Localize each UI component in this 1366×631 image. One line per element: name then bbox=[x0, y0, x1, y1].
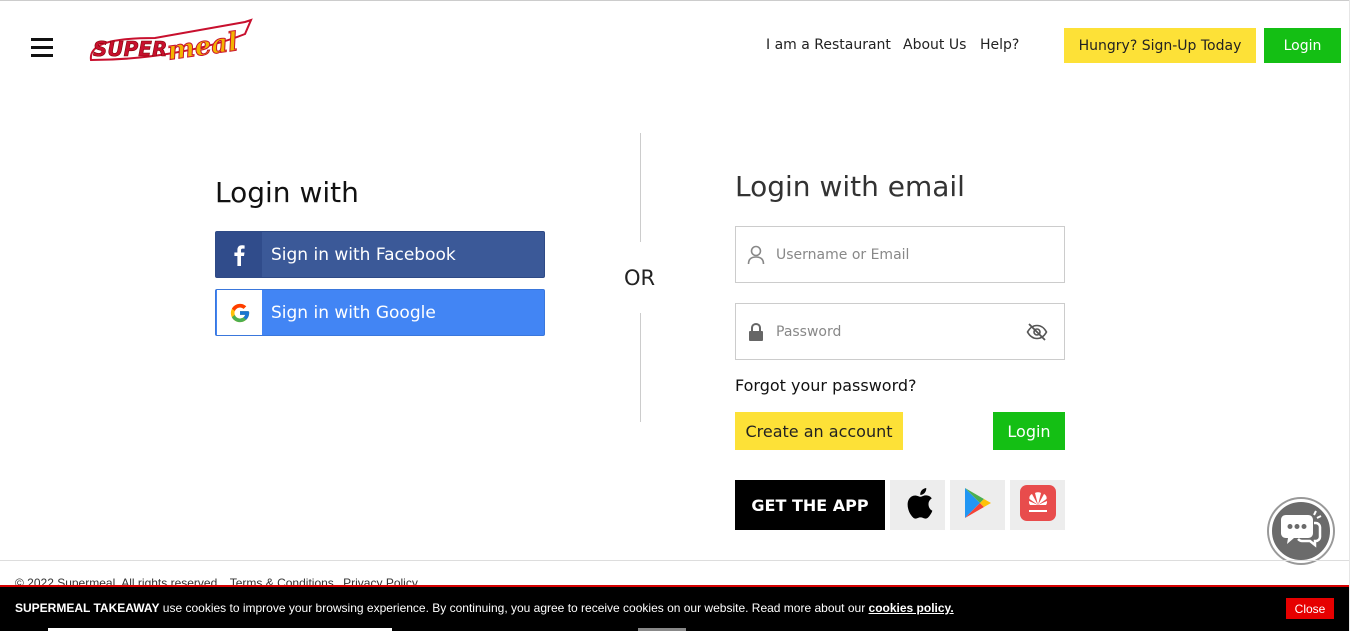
get-the-app-label: GET THE APP bbox=[735, 480, 885, 530]
supermeal-logo[interactable]: SUPER meal bbox=[85, 16, 255, 67]
username-input[interactable] bbox=[776, 239, 1016, 270]
nav-restaurant-link[interactable]: I am a Restaurant bbox=[766, 37, 891, 53]
login-button[interactable]: Login bbox=[993, 412, 1065, 450]
facebook-signin-button[interactable]: Sign in with Facebook bbox=[215, 231, 545, 278]
user-icon bbox=[736, 245, 776, 265]
toggle-password-visibility-icon[interactable] bbox=[1026, 322, 1048, 347]
or-separator: OR bbox=[624, 266, 656, 290]
facebook-signin-label: Sign in with Facebook bbox=[271, 244, 456, 265]
password-field[interactable] bbox=[735, 303, 1065, 360]
email-login-title: Login with email bbox=[735, 170, 965, 203]
cookie-brand: SUPERMEAL TAKEAWAY bbox=[15, 601, 160, 615]
google-play-icon bbox=[963, 486, 993, 525]
divider-top bbox=[640, 133, 641, 242]
svg-text:SUPER: SUPER bbox=[93, 37, 167, 61]
hamburger-menu-icon[interactable] bbox=[31, 38, 53, 58]
lock-icon bbox=[736, 322, 776, 342]
cookie-close-button[interactable]: Close bbox=[1286, 598, 1334, 619]
chat-bubble-icon bbox=[1278, 509, 1324, 554]
cookie-policy-link[interactable]: cookies policy. bbox=[869, 601, 954, 615]
google-signin-button[interactable]: Sign in with Google bbox=[215, 289, 545, 336]
chat-support-button[interactable] bbox=[1269, 499, 1333, 563]
facebook-icon bbox=[216, 232, 262, 277]
password-input[interactable] bbox=[776, 316, 1016, 347]
apple-icon bbox=[902, 484, 934, 527]
forgot-password-link[interactable]: Forgot your password? bbox=[735, 376, 917, 395]
divider-bottom bbox=[640, 313, 641, 422]
svg-text:meal: meal bbox=[165, 27, 239, 66]
username-field[interactable] bbox=[735, 226, 1065, 283]
cookie-message: SUPERMEAL TAKEAWAY use cookies to improv… bbox=[15, 601, 954, 615]
cookie-body-text: use cookies to improve your browsing exp… bbox=[159, 601, 869, 615]
header-login-button[interactable]: Login bbox=[1264, 28, 1341, 63]
apple-app-store-button[interactable] bbox=[890, 480, 945, 530]
cookie-banner: SUPERMEAL TAKEAWAY use cookies to improv… bbox=[0, 585, 1349, 631]
google-play-store-button[interactable] bbox=[950, 480, 1005, 530]
social-login-title: Login with bbox=[215, 176, 359, 209]
footer-divider bbox=[0, 560, 1349, 561]
google-signin-label: Sign in with Google bbox=[271, 302, 436, 323]
create-account-button[interactable]: Create an account bbox=[735, 412, 903, 450]
huawei-app-gallery-button[interactable] bbox=[1010, 480, 1065, 530]
nav-about-link[interactable]: About Us bbox=[903, 37, 966, 53]
nav-help-link[interactable]: Help? bbox=[980, 37, 1019, 53]
google-icon bbox=[217, 290, 262, 335]
huawei-icon bbox=[1019, 484, 1056, 526]
top-border bbox=[0, 0, 1366, 3]
scrollbar[interactable] bbox=[1349, 0, 1366, 631]
signup-button[interactable]: Hungry? Sign-Up Today bbox=[1064, 28, 1256, 63]
